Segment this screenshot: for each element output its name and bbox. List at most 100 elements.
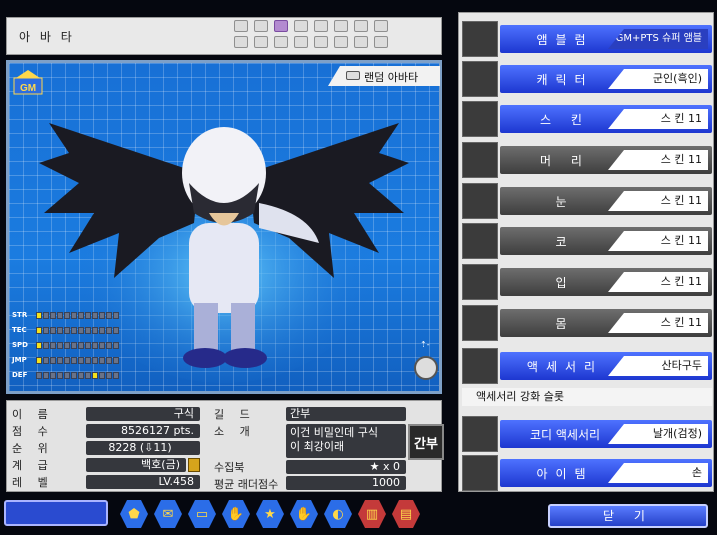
rank-value: 8228 (⇩11) xyxy=(86,441,200,455)
stat-cell xyxy=(85,312,91,319)
part-thumbnail-icon xyxy=(462,142,498,178)
stat-name: SPD xyxy=(12,341,28,349)
stat-cells xyxy=(36,372,119,379)
part-row[interactable]: 눈 스 킨 11 xyxy=(462,183,712,219)
accessory-slot-row[interactable]: 액세서리 강화 슬롯 xyxy=(462,388,712,406)
stat-cell xyxy=(85,357,91,364)
grade-label: 계 급 xyxy=(12,459,54,472)
avatar-slot[interactable] xyxy=(334,20,348,32)
part-row[interactable]: 코 스 킨 11 xyxy=(462,223,712,259)
grade-emblem-icon xyxy=(188,458,200,472)
stat-cell xyxy=(99,342,105,349)
part-name: 입 xyxy=(555,276,575,290)
part-row[interactable]: 캐릭터 군인(흑인) xyxy=(462,61,712,97)
chat-input-bar[interactable] xyxy=(4,500,108,526)
stat-cell xyxy=(36,372,42,379)
stat-cell xyxy=(71,372,77,379)
stat-cell xyxy=(71,342,77,349)
stat-cell xyxy=(36,327,42,334)
stat-cell xyxy=(50,372,56,379)
stat-cell xyxy=(36,342,42,349)
avatar-slot[interactable] xyxy=(354,20,368,32)
part-name: 스 킨 xyxy=(540,113,590,127)
stat-cell xyxy=(64,312,70,319)
avatar-slot[interactable] xyxy=(314,36,328,48)
part-row[interactable]: 스 킨 스 킨 11 xyxy=(462,101,712,137)
intro-label: 소 개 xyxy=(214,425,256,438)
zoom-indicator-icon[interactable]: ⇡- xyxy=(420,340,434,349)
stat-cell xyxy=(92,342,98,349)
points-value: 8526127 pts. xyxy=(86,424,200,438)
part-name: 머 리 xyxy=(540,154,590,168)
avatar-slot[interactable] xyxy=(274,36,288,48)
avatar-slot[interactable] xyxy=(334,36,348,48)
rank-label: 순 위 xyxy=(12,442,54,455)
stat-cell xyxy=(64,372,70,379)
stat-cell xyxy=(50,312,56,319)
part-value: 스 킨 11 xyxy=(608,231,708,251)
stat-cell xyxy=(113,327,119,334)
avatar-slot[interactable] xyxy=(354,36,368,48)
part-row[interactable]: 앰블럼 GM+PTS 슈퍼 앰블럼 xyxy=(462,21,712,57)
part-row[interactable]: 액세서리 산타구두 xyxy=(462,348,712,384)
stat-cell xyxy=(50,342,56,349)
part-row[interactable]: 아이템 손 xyxy=(462,455,712,491)
stat-cell xyxy=(71,357,77,364)
part-value: 스 킨 11 xyxy=(608,272,708,292)
avatar-slot[interactable] xyxy=(294,20,308,32)
stat-cell xyxy=(71,312,77,319)
stat-cell xyxy=(106,312,112,319)
stat-cell xyxy=(92,312,98,319)
random-avatar-button[interactable]: 랜덤 아바타 xyxy=(328,66,440,86)
stat-cell xyxy=(92,372,98,379)
stat-cell xyxy=(43,327,49,334)
stat-row-def: DEF xyxy=(12,371,122,380)
part-name: 캐릭터 xyxy=(536,73,594,87)
part-row[interactable]: 머 리 스 킨 11 xyxy=(462,142,712,178)
part-value: 군인(흑인) xyxy=(608,69,708,89)
stat-cell xyxy=(43,312,49,319)
stat-cell xyxy=(99,372,105,379)
part-thumbnail-icon xyxy=(462,183,498,219)
stat-cell xyxy=(113,357,119,364)
name-value: 구식 xyxy=(86,407,200,421)
name-label: 이 름 xyxy=(12,408,54,421)
part-row[interactable]: 몸 스 킨 11 xyxy=(462,305,712,341)
stat-cell xyxy=(78,372,84,379)
intro-line-2: 이 최강이래 xyxy=(290,440,345,453)
stat-cell xyxy=(85,327,91,334)
avatar-slot[interactable] xyxy=(314,20,328,32)
stat-cell xyxy=(57,327,63,334)
ladder-label: 평균 래더점수 xyxy=(214,478,279,491)
avatar-slot[interactable] xyxy=(234,36,248,48)
avatar-slot[interactable] xyxy=(254,20,268,32)
part-value: 손 xyxy=(608,463,708,483)
stat-cell xyxy=(64,327,70,334)
stat-row-spd: SPD xyxy=(12,341,122,350)
part-row[interactable]: 코디 액세서리 날개(검정) xyxy=(462,416,712,452)
avatar-slot[interactable] xyxy=(234,20,248,32)
avatar-slot[interactable] xyxy=(374,20,388,32)
stat-cell xyxy=(113,312,119,319)
avatar-slot[interactable] xyxy=(274,20,288,32)
intro-line-1: 이건 비밀인데 구식 xyxy=(290,426,378,439)
part-row[interactable]: 입 스 킨 11 xyxy=(462,264,712,300)
stat-cells xyxy=(36,342,119,349)
part-thumbnail-icon xyxy=(462,416,498,452)
part-name: 눈 xyxy=(555,195,575,209)
part-thumbnail-icon xyxy=(462,455,498,491)
avatar-slot[interactable] xyxy=(254,36,268,48)
part-thumbnail-icon xyxy=(462,61,498,97)
stat-row-jmp: JMP xyxy=(12,356,122,365)
stat-cell xyxy=(92,327,98,334)
avatar-slot[interactable] xyxy=(294,36,308,48)
close-button[interactable]: 닫 기 xyxy=(548,504,708,528)
stat-cell xyxy=(57,342,63,349)
part-thumbnail-icon xyxy=(462,223,498,259)
stat-cell xyxy=(113,372,119,379)
avatar-slot[interactable] xyxy=(374,36,388,48)
stat-cell xyxy=(78,342,84,349)
stat-cell xyxy=(50,327,56,334)
rotate-view-icon[interactable] xyxy=(414,356,438,380)
stat-cell xyxy=(57,312,63,319)
